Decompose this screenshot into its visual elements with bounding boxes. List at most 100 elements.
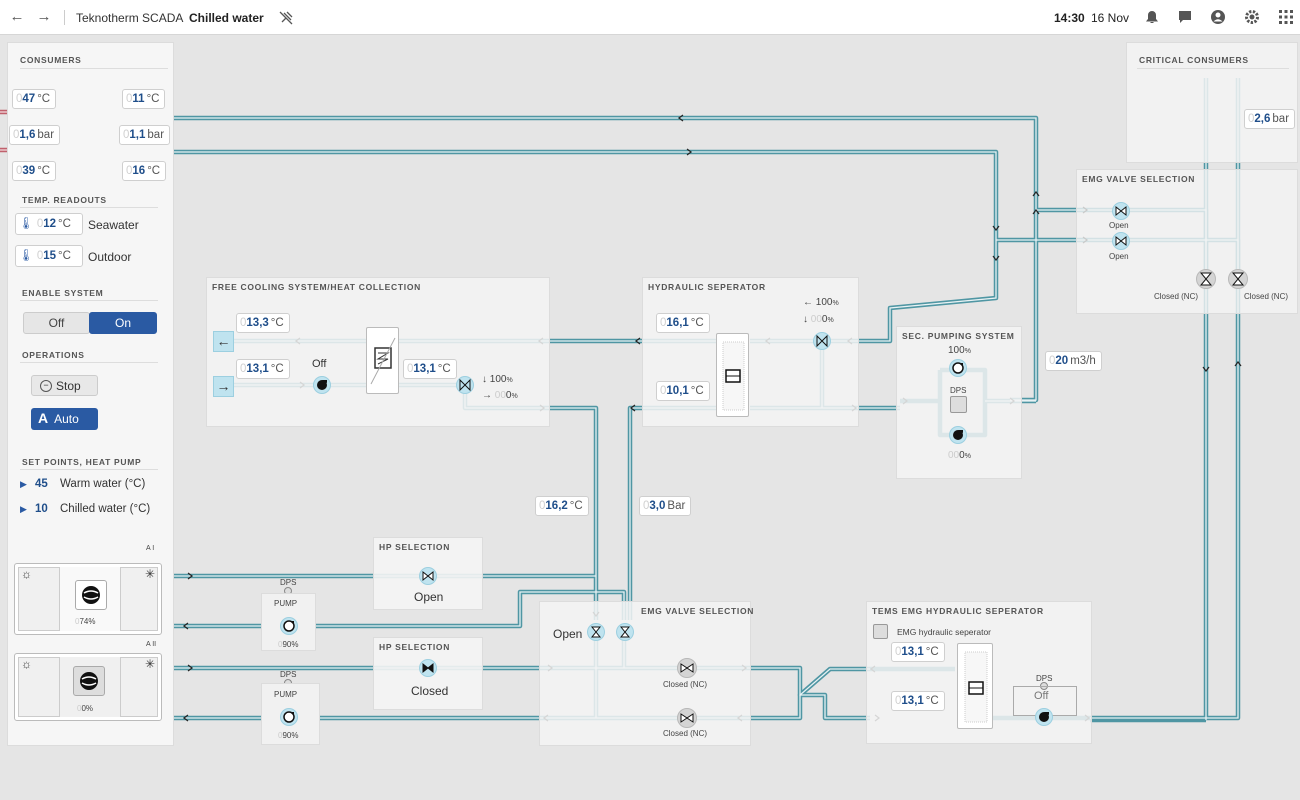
pump-icon[interactable] (313, 376, 331, 394)
play-icon[interactable]: ▶ (20, 479, 27, 490)
emg-bottom-closed1: Closed (NC) (663, 680, 708, 689)
seawater-label: Seawater (88, 218, 139, 232)
pump-icon[interactable] (280, 708, 298, 726)
consumer-cold-temp-supply: 011 °C (122, 89, 166, 109)
apps-grid-icon[interactable] (1278, 9, 1294, 25)
play-icon[interactable]: ▶ (20, 504, 27, 515)
free-cooling-title: FREE COOLING SYSTEM/HEAT COLLECTION (212, 282, 421, 292)
pump-icon[interactable] (949, 359, 967, 377)
auto-icon: A (38, 410, 49, 426)
hp-sel-1-state: Open (414, 590, 444, 604)
heat-pump-2[interactable]: 00% ☼ ✳ (14, 653, 162, 721)
fc-pct-a: ↓ 100% (482, 374, 513, 385)
emg-top-open1: Open (1109, 221, 1129, 230)
hp1-percent: 074% (75, 617, 96, 626)
valve-closed-icon[interactable] (1196, 269, 1216, 289)
tems-title: TEMS EMG HYDRAULIC SEPERATOR (872, 606, 1044, 616)
valve-closed-icon[interactable] (677, 708, 697, 728)
tems-temp-2: 013,1 °C (891, 691, 945, 711)
fc-temp-1: 013,3 °C (236, 313, 290, 333)
three-way-valve-icon[interactable] (456, 376, 474, 394)
pump1-label: PUMP (274, 599, 298, 608)
hs-pct-a: ← 100% (803, 297, 839, 308)
hs-temp-2: 010,1 °C (656, 381, 710, 401)
pump2-percent: 090% (278, 731, 299, 740)
snowflake-icon: ✳ (145, 657, 156, 671)
heat-exchanger[interactable] (366, 327, 399, 394)
setpoint-warm-label: Warm water (°C) (60, 478, 146, 490)
emg-valve-bottom-panel (539, 601, 751, 746)
critical-pressure: 02,6 bar (1244, 109, 1296, 129)
sec-pumping-title: SEC. PUMPING SYSTEM (902, 331, 1015, 341)
hp1-indicator: A I (146, 545, 155, 552)
consumer-cold-pressure: 01,1 bar (119, 125, 171, 145)
emg-bottom-title: EMG VALVE SELECTION (641, 606, 755, 616)
hp2-percent: 00% (77, 704, 94, 713)
valve-closed-icon[interactable] (1228, 269, 1248, 289)
pump2-dps: DPS (280, 670, 297, 679)
setpoint-warm-value[interactable]: 45 (35, 478, 48, 490)
pump1-percent: 090% (278, 640, 299, 649)
page-title: Chilled water (189, 11, 264, 25)
emg-top-title: EMG VALVE SELECTION (1082, 174, 1196, 184)
clock-date: 16 Nov (1091, 11, 1130, 25)
pin-off-icon[interactable] (278, 10, 294, 26)
settings-icon[interactable] (1244, 9, 1260, 25)
consumer-temp-supply: 047 °C (12, 89, 57, 109)
separator-tank[interactable] (716, 333, 749, 417)
valve-closed-icon[interactable] (677, 658, 697, 678)
hs-temp-1: 016,1 °C (656, 313, 710, 333)
top-bar: ← → Teknotherm SCADA Chilled water 14:30… (0, 0, 1300, 35)
message-icon[interactable] (1177, 9, 1193, 25)
emg-checkbox[interactable] (873, 624, 888, 639)
arrow-right-icon[interactable]: → (213, 376, 234, 397)
pump-icon[interactable] (949, 426, 967, 444)
mid-temp: 016,2 °C (535, 496, 589, 516)
three-way-valve-icon[interactable] (813, 332, 831, 350)
forward-arrow-icon[interactable]: → (34, 8, 54, 28)
consumer-temp-return: 039 °C (12, 161, 57, 181)
back-arrow-icon[interactable]: ← (7, 8, 27, 28)
compressor-icon (75, 580, 107, 610)
valve-open-icon[interactable] (1112, 202, 1130, 220)
critical-title: CRITICAL CONSUMERS (1139, 55, 1249, 65)
user-icon[interactable] (1210, 9, 1226, 25)
tems-state: Off (1034, 690, 1049, 702)
on-toggle[interactable]: On (89, 312, 157, 334)
pump-icon[interactable] (1035, 708, 1053, 726)
valve-closed-icon[interactable] (419, 659, 437, 677)
fc-pump-state: Off (312, 358, 327, 370)
pump1-dps: DPS (280, 578, 297, 587)
auto-button[interactable]: A Auto (31, 408, 98, 430)
valve-open-icon[interactable] (1112, 232, 1130, 250)
tems-temp-1: 013,1 °C (891, 642, 945, 662)
tems-separator-tank[interactable] (957, 643, 993, 729)
valve-open-icon[interactable] (419, 567, 437, 585)
off-toggle[interactable]: Off (23, 312, 90, 334)
stop-icon: − (40, 379, 52, 392)
bell-icon[interactable] (1144, 9, 1160, 25)
hs-pct-b: ↓ 000% (803, 314, 834, 325)
pump-icon[interactable] (280, 617, 298, 635)
heat-pump-1[interactable]: 074% ☼ ✳ (14, 563, 162, 635)
fc-pct-b: → 000% (482, 390, 518, 401)
sec-pct-top: 100% (948, 345, 971, 356)
emg-bottom-closed2: Closed (NC) (663, 729, 708, 738)
valve-open-icon[interactable] (587, 623, 605, 641)
mid-pressure: 03,0 Bar (639, 496, 692, 516)
dps-sensor (950, 396, 967, 413)
hp-sel-1-title: HP SELECTION (379, 542, 451, 552)
snowflake-icon: ✳ (145, 567, 156, 581)
stop-button[interactable]: − Stop (31, 375, 98, 396)
arrow-left-icon[interactable]: ← (213, 331, 234, 352)
heat-icon: ☼ (21, 567, 32, 581)
hp-sel-2-state: Closed (411, 684, 449, 698)
compressor-icon (73, 666, 105, 696)
fc-temp-3: 013,1 °C (403, 359, 457, 379)
hp2-indicator: A II (146, 641, 157, 648)
seawater-temp: 🌡 012 °C (15, 213, 83, 235)
outdoor-label: Outdoor (88, 250, 132, 264)
setpoint-chilled-value[interactable]: 10 (35, 503, 48, 515)
heat-icon: ☼ (21, 657, 32, 671)
valve-open-icon[interactable] (616, 623, 634, 641)
